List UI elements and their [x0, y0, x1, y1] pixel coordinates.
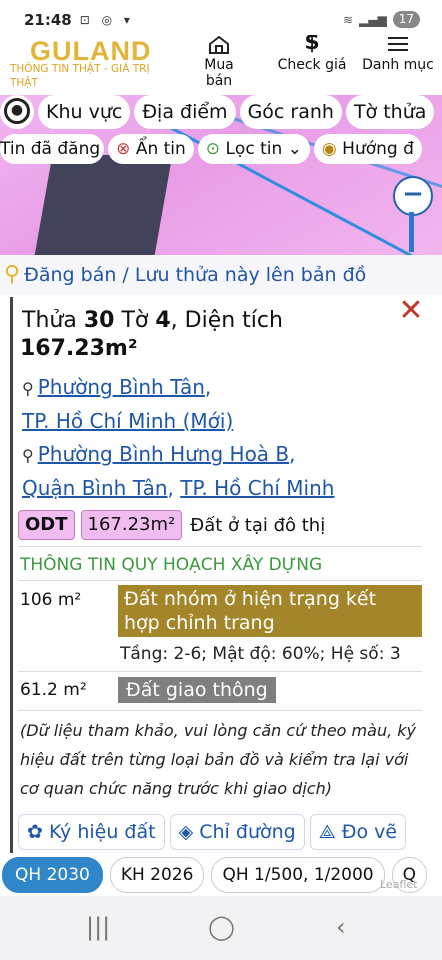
zone-name-badge: Đất nhóm ở hiện trạng kết hợp chỉnh tran…: [118, 585, 422, 637]
layer-qh-2030[interactable]: QH 2030: [2, 857, 103, 893]
notification-icons: ⊡ ◎ ▾: [79, 13, 134, 27]
map-attribution[interactable]: Leaflet: [380, 878, 417, 891]
location-pin-icon: ⚲: [22, 446, 34, 465]
chip-parcel[interactable]: Tờ thửa: [345, 95, 435, 129]
layer-qh-detail[interactable]: QH 1/500, 1/2000: [211, 857, 385, 893]
map-filter-bar: Tin đã đăng ⊗ Ẩn tin ⊙ Lọc tin ⌄ ◉ Hướng…: [0, 134, 442, 164]
measure-button[interactable]: ⟁ Đo vẽ: [309, 814, 407, 850]
battery-indicator: 17: [392, 11, 420, 28]
chip-area[interactable]: Khu vực: [38, 95, 131, 129]
dollar-icon: $: [304, 35, 320, 55]
posted-listings-chip[interactable]: Tin đã đăng: [0, 134, 105, 164]
address-new-ward-link[interactable]: Phường Bình Tân: [38, 375, 205, 399]
app-header: GULAND THÔNG TIN THẬT - GIÁ TRỊ THẬT Mua…: [0, 33, 442, 95]
zone-details: Tầng: 2-6; Mật độ: 60%; Hệ số: 3: [120, 644, 401, 664]
plot-number: 30: [83, 308, 115, 333]
address-separator: ,: [204, 375, 212, 399]
locate-button[interactable]: ●: [0, 95, 34, 129]
plot-label: Thửa: [22, 308, 77, 333]
direction-chip[interactable]: ◉ Hướng đ: [313, 134, 422, 164]
close-icon[interactable]: ✕: [396, 296, 426, 326]
chip-place[interactable]: Địa điểm: [134, 95, 236, 129]
nav-check-price[interactable]: $ Check giá: [272, 35, 352, 93]
zoom-out-button[interactable]: −: [393, 176, 433, 216]
recent-apps-icon[interactable]: |||: [86, 913, 110, 941]
zoom-slider[interactable]: [409, 212, 414, 252]
target-icon: ●: [4, 97, 30, 124]
card-actions: ✿ Ký hiệu đất ◈ Chỉ đường ⟁ Đo vẽ: [18, 814, 407, 850]
hide-listings-label: Ẩn tin: [135, 139, 186, 159]
divider: [18, 710, 422, 711]
nav-menu-label: Danh mục: [362, 57, 434, 73]
zone-name-badge: Đất giao thông: [118, 677, 276, 703]
land-use-desc: Đất ở tại đô thị: [190, 514, 326, 536]
divider: [18, 580, 422, 581]
area-label: , Diện tích: [170, 308, 283, 333]
close-circle-icon: ⊗: [116, 139, 131, 159]
wifi-icon: ≋: [342, 12, 354, 27]
palette-icon: ✿: [27, 821, 43, 843]
address-new: ⚲ Phường Bình Tân, TP. Hồ Chí Minh (Mới): [22, 371, 233, 437]
land-use-area: 167.23m²: [80, 510, 183, 540]
parcel-title: Thửa 30 Tờ 4, Diện tích: [22, 308, 283, 333]
address-old: ⚲ Phường Bình Hưng Hoà B, Quận Bình Tân, …: [22, 438, 334, 504]
nav-buy-sell-label: Mua bán: [204, 57, 234, 89]
post-listing-banner[interactable]: ⚲ Đăng bán / Lưu thửa này lên bản đồ: [0, 255, 442, 295]
parcel-area: 167.23m²: [20, 336, 138, 361]
direction-label: Hướng đ: [342, 139, 414, 159]
status-time: 21:48: [24, 11, 72, 29]
back-icon[interactable]: ‹: [336, 913, 346, 941]
address-old-district-link[interactable]: Quận Bình Tân: [22, 476, 168, 500]
sheet-label: Tờ: [121, 308, 149, 333]
directions-button[interactable]: ◈ Chỉ đường: [169, 814, 305, 850]
directions-icon: ◈: [178, 821, 194, 843]
land-use-row: ODT 167.23m² Đất ở tại đô thị: [18, 510, 325, 540]
sheet-number: 4: [155, 308, 171, 333]
directions-label: Chỉ đường: [199, 821, 296, 843]
divider: [18, 671, 422, 672]
land-symbol-label: Ký hiệu đất: [48, 821, 156, 843]
nav-menu[interactable]: Danh mục: [358, 35, 438, 93]
nav-buy-sell[interactable]: Mua bán: [195, 35, 243, 93]
address-new-city-link[interactable]: TP. Hồ Chí Minh (Mới): [22, 409, 233, 433]
zone-area: 61.2 m²: [20, 680, 87, 700]
land-use-code: ODT: [18, 510, 75, 540]
chip-boundary[interactable]: Góc ranh: [239, 95, 342, 129]
land-symbol-button[interactable]: ✿ Ký hiệu đất: [18, 814, 165, 850]
logo-slogan: THÔNG TIN THẬT - GIÁ TRỊ THẬT: [10, 63, 150, 89]
chevron-down-icon: ⌄: [287, 139, 302, 159]
address-separator: ,: [289, 442, 296, 466]
ruler-icon: ⟁: [318, 821, 336, 843]
hide-listings-chip[interactable]: ⊗ Ẩn tin: [108, 134, 194, 164]
zone-area: 106 m²: [20, 590, 82, 610]
menu-icon: [358, 35, 438, 57]
house-icon: [195, 35, 243, 57]
signal-icon: ▂▄▆: [359, 12, 387, 27]
filter-listings-label: Lọc tin: [225, 139, 283, 159]
nav-check-price-label: Check giá: [277, 57, 347, 73]
disclaimer-note: (Dữ liệu tham khảo, vui lòng căn cứ theo…: [20, 721, 416, 798]
divider: [18, 546, 422, 547]
planning-section-title: THÔNG TIN QUY HOẠCH XÂY DỰNG: [20, 555, 323, 575]
location-pin-icon: ⚲: [22, 379, 34, 398]
layer-chips: QH 2030 KH 2026 QH 1/500, 1/2000 Q: [0, 857, 442, 893]
address-separator: ,: [167, 476, 174, 500]
home-icon[interactable]: ◯: [208, 913, 235, 941]
map-toolbar: ● Khu vực Địa điểm Góc ranh Tờ thửa: [0, 95, 442, 129]
location-pin-icon: ⚲: [4, 262, 21, 287]
location-pin-icon: ⊙: [205, 139, 221, 159]
compass-icon: ◉: [321, 139, 337, 159]
android-nav-bar: ||| ◯ ‹: [0, 896, 442, 960]
status-right: ≋ ▂▄▆ 17: [343, 11, 420, 28]
address-old-city-link[interactable]: TP. Hồ Chí Minh: [180, 476, 334, 500]
post-listing-text: Đăng bán / Lưu thửa này lên bản đồ: [24, 264, 367, 286]
layer-kh-2026[interactable]: KH 2026: [109, 857, 205, 893]
filter-listings-chip[interactable]: ⊙ Lọc tin ⌄: [197, 134, 310, 164]
measure-label: Đo vẽ: [341, 821, 398, 843]
address-old-ward-link[interactable]: Phường Bình Hưng Hoà B: [38, 442, 289, 466]
